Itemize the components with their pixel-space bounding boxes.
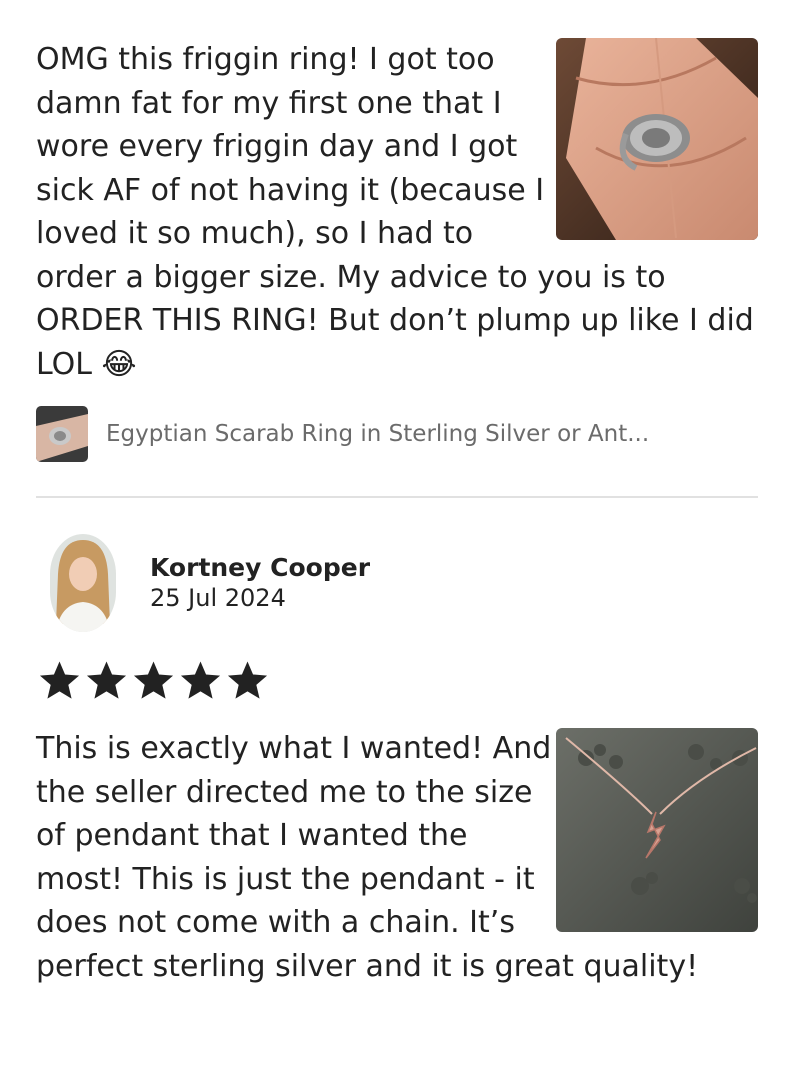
star-icon	[39, 661, 80, 699]
review-text: OMG this friggin ring! I got too damn fa…	[36, 42, 754, 382]
product-link[interactable]: Egyptian Scarab Ring in Sterling Silver …	[36, 406, 649, 462]
laughing-emoji-icon: 😂	[101, 346, 137, 382]
product-thumbnail	[36, 406, 88, 462]
ring-thumbnail	[36, 406, 88, 462]
review-date: 25 Jul 2024	[150, 584, 286, 612]
review-text: This is exactly what I wanted! And the s…	[36, 731, 699, 984]
product-title: Egyptian Scarab Ring in Sterling Silver …	[106, 421, 650, 447]
reviewer-avatar-icon	[50, 534, 116, 632]
avatar[interactable]	[50, 534, 116, 632]
star-icon	[133, 661, 174, 699]
divider	[36, 496, 758, 498]
review-card: OMG this friggin ring! I got too damn fa…	[0, 0, 794, 470]
star-icon	[227, 661, 268, 699]
reviewer-name[interactable]: Kortney Cooper	[150, 553, 370, 583]
reviewer-info: Kortney Cooper 25 Jul 2024	[50, 534, 370, 632]
star-icon	[86, 661, 127, 699]
star-rating	[36, 658, 271, 704]
reviewer-meta: Kortney Cooper 25 Jul 2024	[150, 553, 370, 613]
star-icon	[180, 661, 221, 699]
